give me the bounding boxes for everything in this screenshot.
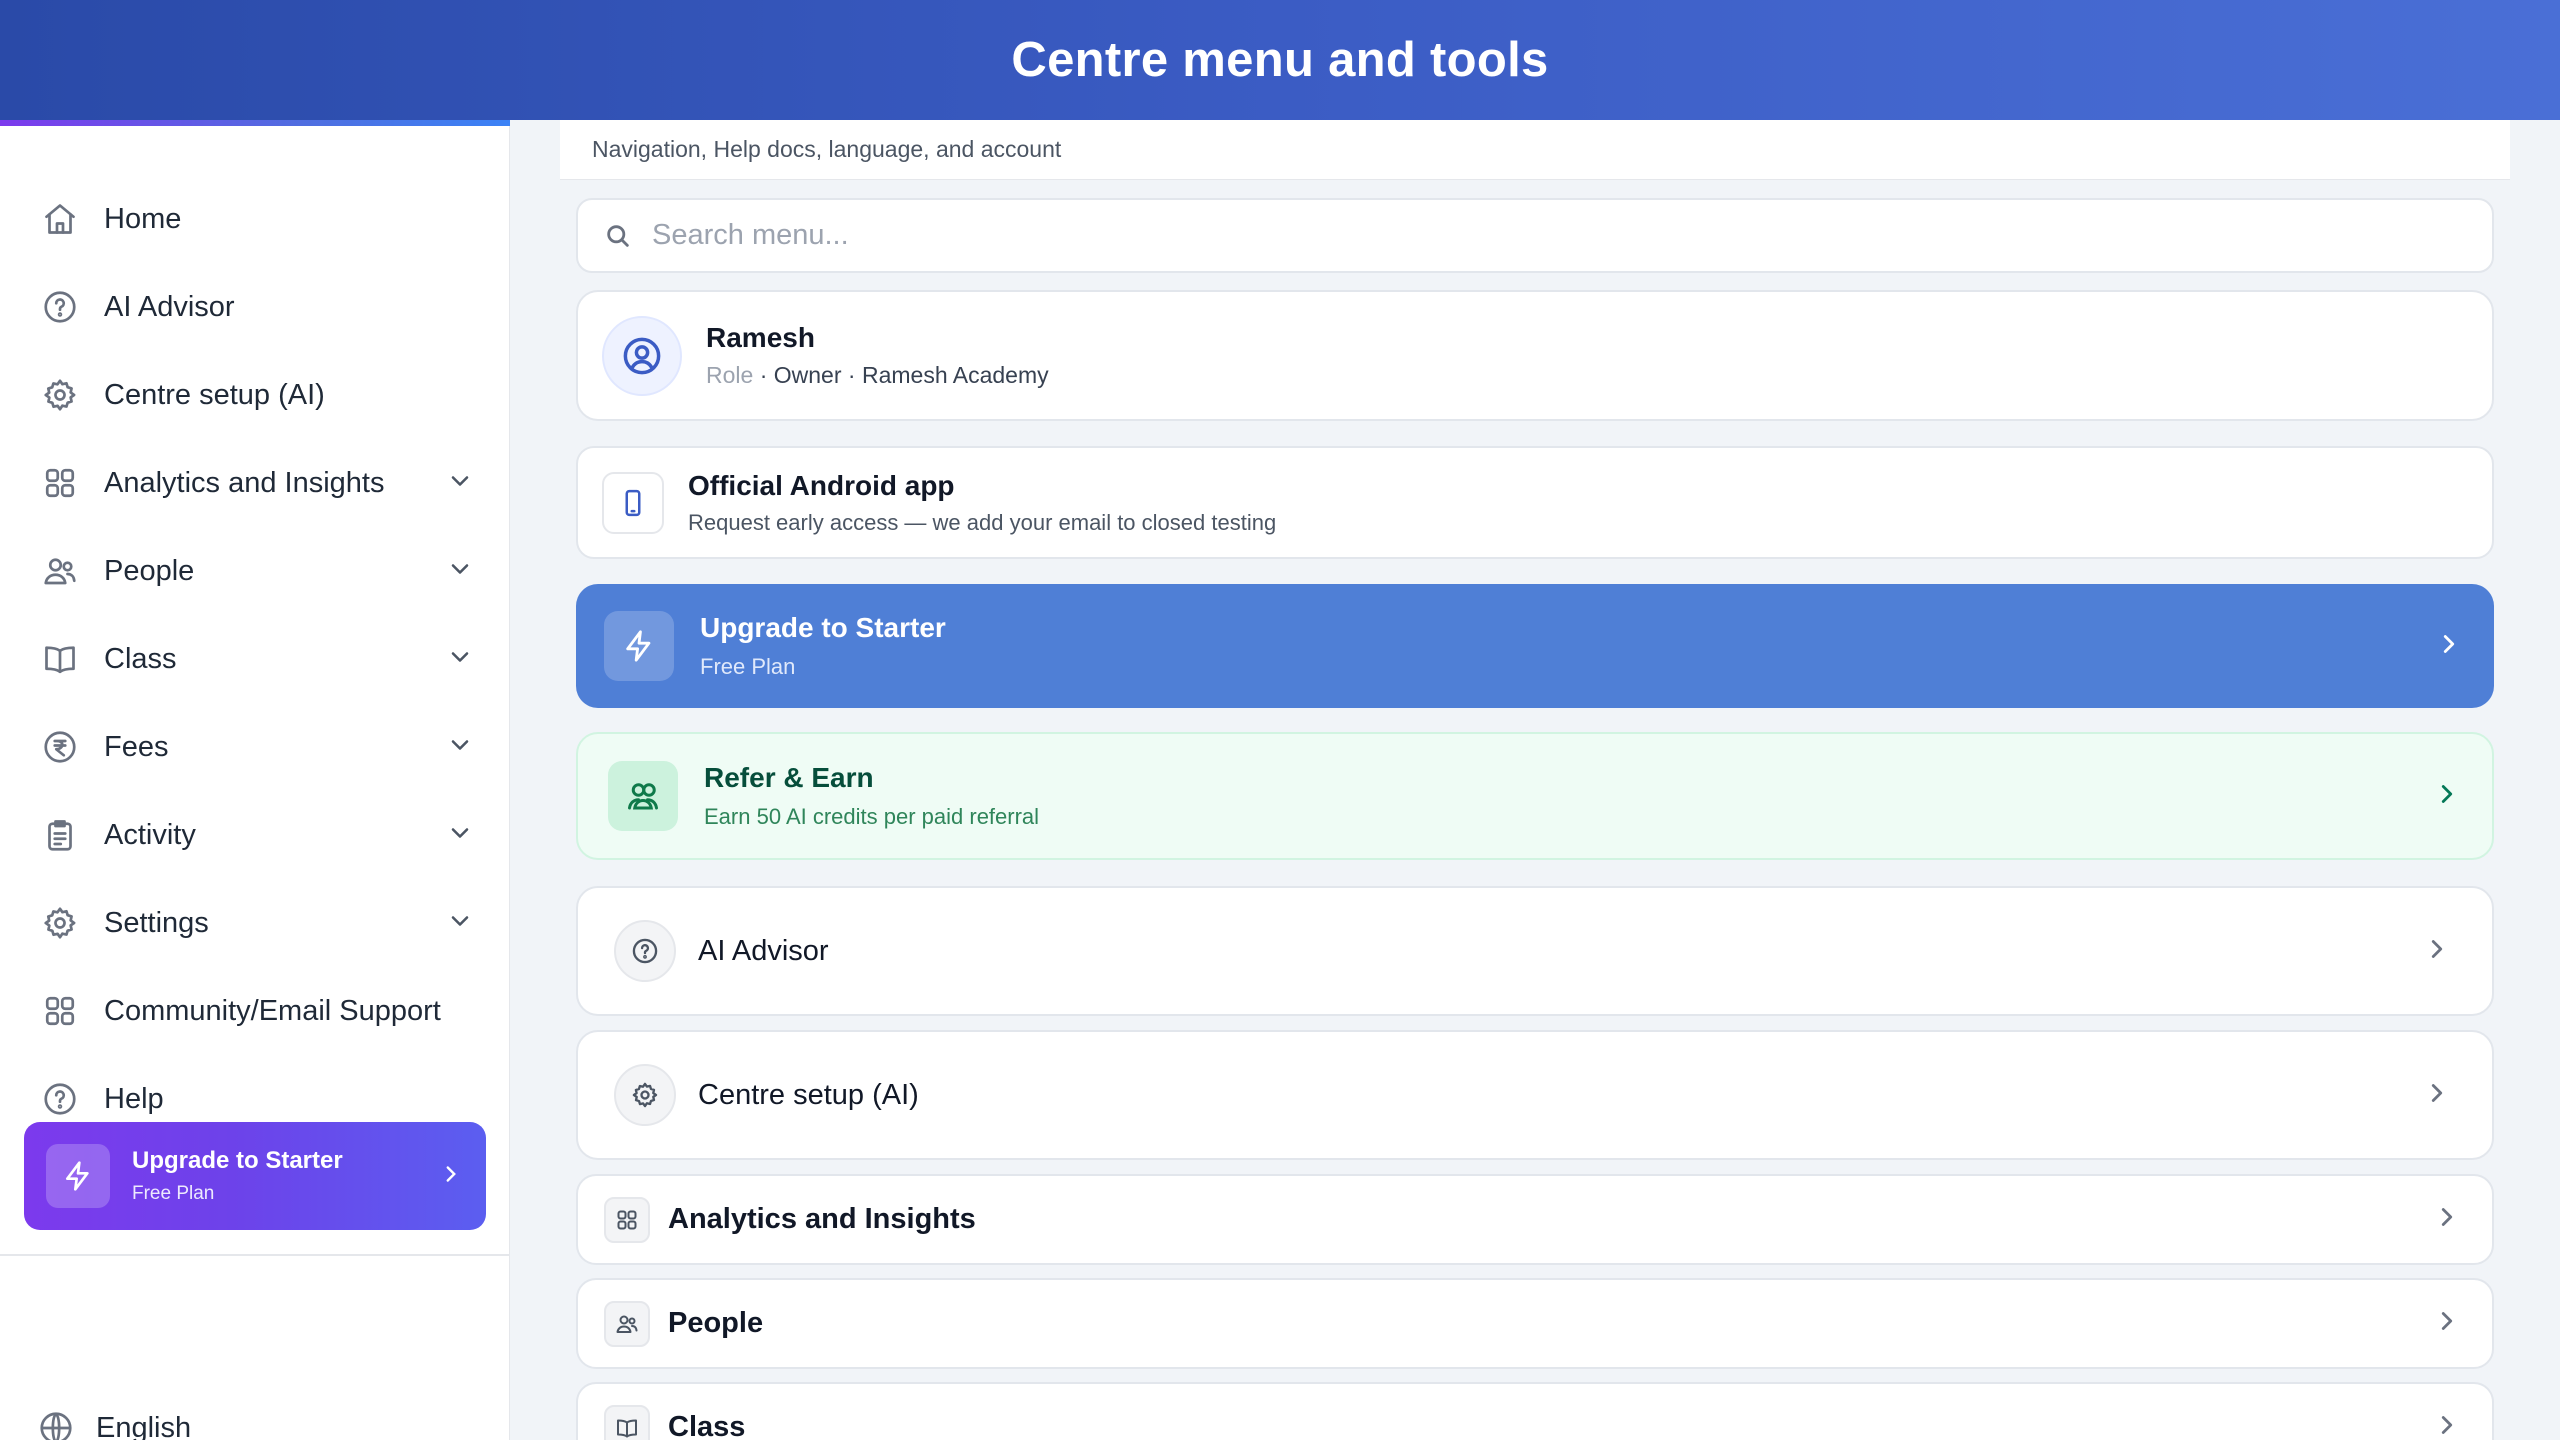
page-subtitle: Navigation, Help docs, language, and acc… bbox=[592, 136, 1062, 162]
sidebar-divider bbox=[0, 1254, 510, 1256]
sidebar-item-label: Analytics and Insights bbox=[104, 466, 385, 499]
chevron-down-icon[interactable] bbox=[446, 907, 474, 940]
gear-icon bbox=[40, 903, 80, 943]
users-icon bbox=[608, 761, 678, 831]
menu-item-label: Centre setup (AI) bbox=[698, 1078, 919, 1111]
menu-item-people[interactable]: People bbox=[576, 1278, 2494, 1369]
chevron-right-icon bbox=[2422, 934, 2452, 969]
chevron-right-icon bbox=[2432, 1202, 2462, 1237]
sidebar-item-label: Home bbox=[104, 202, 182, 235]
profile-name: Ramesh bbox=[706, 322, 815, 353]
android-subtitle: Request early access — we add your email… bbox=[688, 509, 1277, 535]
sidebar-item-label: AI Advisor bbox=[104, 290, 235, 323]
users-icon bbox=[40, 551, 80, 591]
refer-earn-card[interactable]: Refer & Earn Earn 50 AI credits per paid… bbox=[576, 732, 2494, 860]
profile-role: Owner bbox=[773, 362, 842, 388]
grid-icon bbox=[40, 463, 80, 503]
menu-item-ai-advisor[interactable]: AI Advisor bbox=[576, 886, 2494, 1016]
sidebar-item-home[interactable]: Home bbox=[22, 175, 492, 263]
upgrade-title: Upgrade to Starter bbox=[132, 1147, 343, 1174]
sidebar-item-label: Activity bbox=[104, 818, 196, 851]
android-title: Official Android app bbox=[688, 469, 955, 501]
sidebar-item-label: Centre setup (AI) bbox=[104, 378, 325, 411]
sidebar-item-label: People bbox=[104, 554, 195, 587]
chevron-down-icon[interactable] bbox=[446, 731, 474, 764]
menu-item-label: Class bbox=[668, 1411, 746, 1440]
grid-icon bbox=[604, 1196, 650, 1243]
chevron-right-icon bbox=[2422, 1078, 2452, 1113]
language-selector[interactable]: English bbox=[38, 1410, 191, 1440]
menu-item-label: People bbox=[668, 1307, 764, 1339]
user-circle-icon bbox=[602, 315, 682, 396]
upgrade-title: Upgrade to Starter bbox=[700, 612, 946, 643]
page-subtitle-bar: Navigation, Help docs, language, and acc… bbox=[560, 120, 2510, 180]
refer-title: Refer & Earn bbox=[704, 762, 874, 793]
chevron-down-icon[interactable] bbox=[446, 643, 474, 676]
phone-icon bbox=[602, 471, 664, 534]
help-circle-icon bbox=[40, 287, 80, 327]
chevron-right-icon bbox=[2434, 629, 2464, 664]
chevron-right-icon bbox=[2432, 779, 2462, 814]
sidebar-item-analytics[interactable]: Analytics and Insights bbox=[22, 439, 492, 527]
grid-icon bbox=[40, 991, 80, 1031]
globe-icon bbox=[40, 1412, 72, 1440]
help-circle-icon bbox=[40, 1079, 80, 1119]
gear-icon bbox=[40, 375, 80, 415]
users-icon bbox=[604, 1300, 650, 1347]
menu-item-centre-setup[interactable]: Centre setup (AI) bbox=[576, 1030, 2494, 1160]
sidebar-item-label: Community/Email Support bbox=[104, 994, 441, 1027]
search-icon bbox=[607, 224, 629, 247]
sidebar-item-label: Fees bbox=[104, 730, 169, 763]
chevron-right-icon bbox=[2432, 1306, 2462, 1341]
sidebar-item-community-support[interactable]: Community/Email Support bbox=[22, 967, 492, 1055]
chevron-right-icon bbox=[438, 1161, 464, 1192]
lightning-icon bbox=[46, 1144, 110, 1208]
upgrade-plan: Free Plan bbox=[700, 654, 796, 679]
chevron-down-icon[interactable] bbox=[446, 555, 474, 588]
sidebar-item-people[interactable]: People bbox=[22, 527, 492, 615]
book-icon bbox=[604, 1404, 650, 1440]
menu-item-analytics[interactable]: Analytics and Insights bbox=[576, 1174, 2494, 1265]
search-input[interactable] bbox=[652, 219, 2352, 252]
search-box bbox=[576, 198, 2494, 273]
help-circle-icon bbox=[614, 920, 676, 982]
sidebar-nav: Home AI Advisor Centre setup (AI) Analyt… bbox=[22, 175, 492, 1143]
profile-meta: Role · Owner · Ramesh Academy bbox=[706, 362, 1049, 388]
top-header: Centre menu and tools bbox=[0, 0, 2560, 120]
rupee-icon bbox=[40, 727, 80, 767]
upgrade-card-button[interactable]: Upgrade to Starter Free Plan bbox=[576, 584, 2494, 708]
sidebar-item-activity[interactable]: Activity bbox=[22, 791, 492, 879]
chevron-down-icon[interactable] bbox=[446, 467, 474, 500]
sidebar-item-class[interactable]: Class bbox=[22, 615, 492, 703]
home-icon bbox=[40, 199, 80, 239]
chevron-right-icon bbox=[2432, 1410, 2462, 1440]
sidebar-accent-bar bbox=[0, 120, 510, 126]
menu-item-label: Analytics and Insights bbox=[668, 1203, 976, 1235]
sidebar-item-label: Settings bbox=[104, 906, 209, 939]
profile-card[interactable]: Ramesh Role · Owner · Ramesh Academy bbox=[576, 290, 2494, 421]
sidebar-upgrade-button[interactable]: Upgrade to Starter Free Plan bbox=[24, 1122, 486, 1230]
upgrade-plan: Free Plan bbox=[132, 1183, 215, 1204]
clipboard-icon bbox=[40, 815, 80, 855]
sidebar-item-fees[interactable]: Fees bbox=[22, 703, 492, 791]
android-app-card[interactable]: Official Android app Request early acces… bbox=[576, 446, 2494, 559]
sidebar: Home AI Advisor Centre setup (AI) Analyt… bbox=[0, 120, 510, 1440]
profile-centre: Ramesh Academy bbox=[861, 362, 1049, 388]
role-label: Role bbox=[706, 362, 754, 388]
book-icon bbox=[40, 639, 80, 679]
menu-item-class[interactable]: Class bbox=[576, 1382, 2494, 1440]
sidebar-item-centre-setup[interactable]: Centre setup (AI) bbox=[22, 351, 492, 439]
menu-item-label: AI Advisor bbox=[698, 934, 829, 967]
lightning-icon bbox=[604, 611, 674, 681]
gear-icon bbox=[614, 1064, 676, 1126]
page-title: Centre menu and tools bbox=[1011, 33, 1549, 87]
sidebar-item-ai-advisor[interactable]: AI Advisor bbox=[22, 263, 492, 351]
sidebar-item-label: Class bbox=[104, 642, 177, 675]
language-label: English bbox=[96, 1411, 192, 1440]
sidebar-item-settings[interactable]: Settings bbox=[22, 879, 492, 967]
chevron-down-icon[interactable] bbox=[446, 819, 474, 852]
sidebar-item-label: Help bbox=[104, 1082, 164, 1115]
refer-subtitle: Earn 50 AI credits per paid referral bbox=[704, 804, 1040, 829]
